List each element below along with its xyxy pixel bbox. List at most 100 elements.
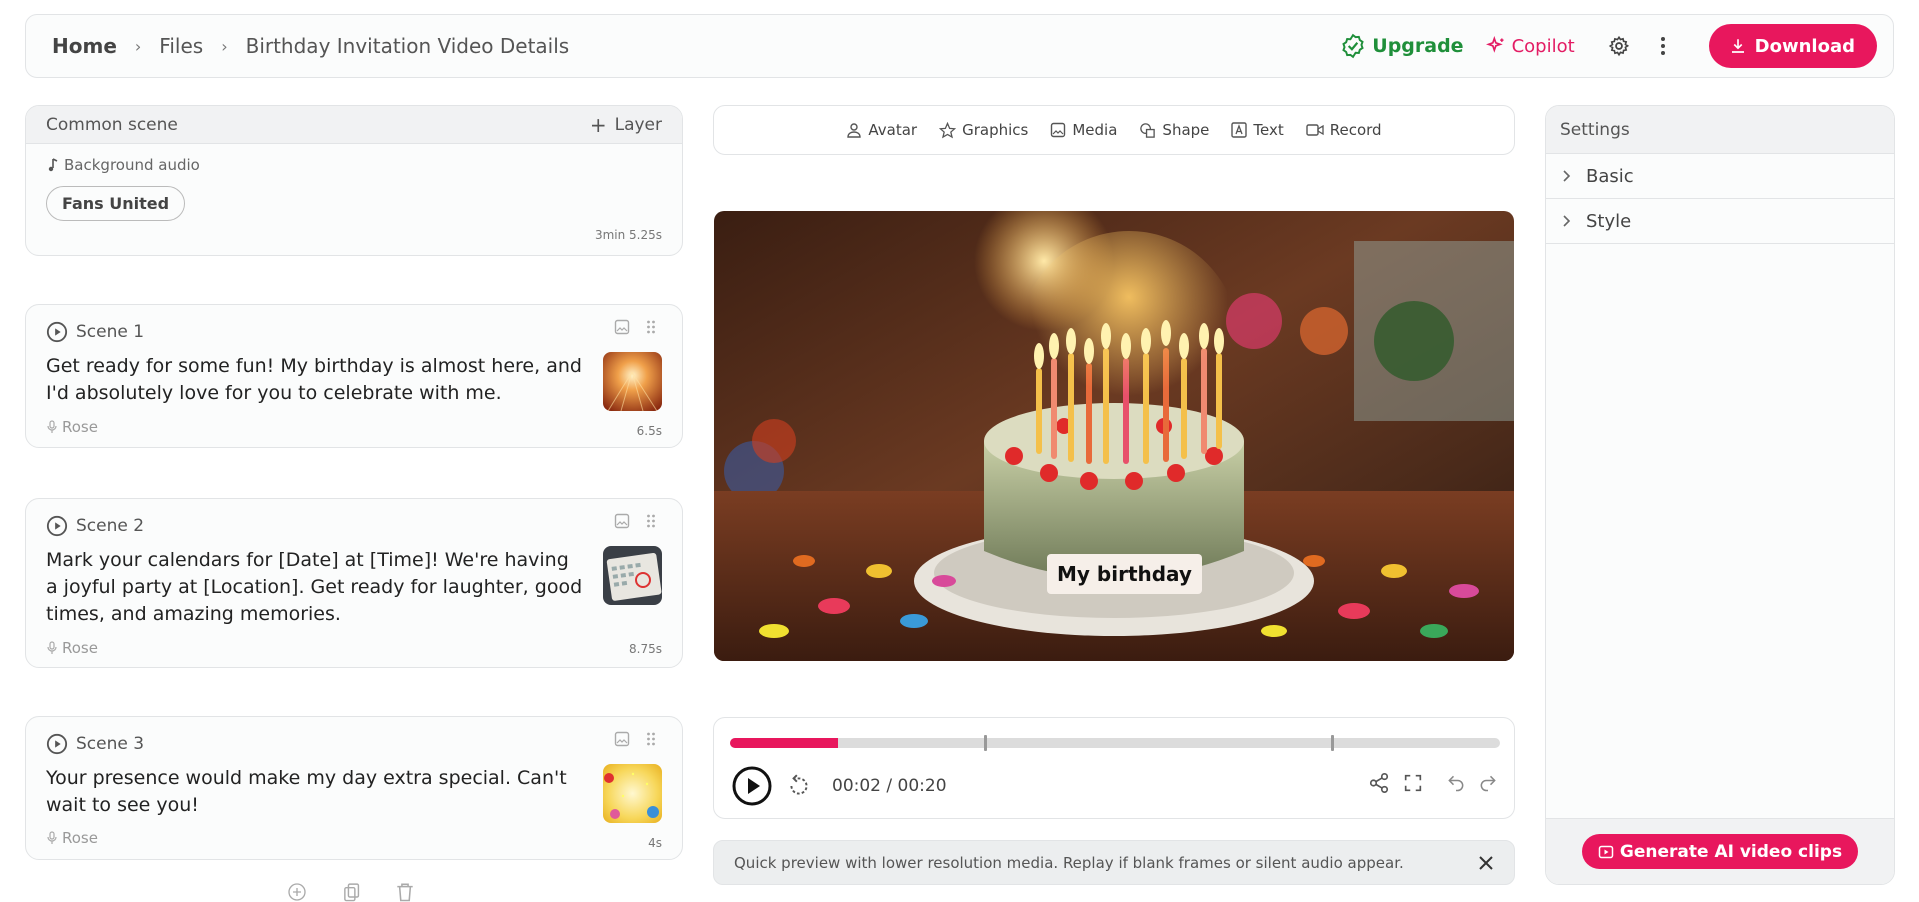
- redo-icon[interactable]: [1478, 773, 1498, 793]
- tool-graphics[interactable]: Graphics: [939, 121, 1028, 139]
- scene-card-2[interactable]: Scene 2 Mark your calendars for [Date] a…: [25, 498, 683, 668]
- scene-list-actions: [282, 882, 444, 902]
- scene-title: Scene 1: [76, 322, 145, 342]
- breadcrumb-files[interactable]: Files: [159, 34, 203, 58]
- breadcrumb-home[interactable]: Home: [52, 34, 117, 58]
- add-scene-icon[interactable]: [282, 882, 312, 902]
- video-preview[interactable]: My birthday: [714, 211, 1514, 661]
- scene-script-text[interactable]: Your presence would make my day extra sp…: [46, 765, 586, 819]
- tool-avatar[interactable]: Avatar: [846, 121, 917, 139]
- text-icon: [1231, 122, 1248, 138]
- shapes-icon: [1140, 122, 1156, 138]
- copilot-label: Copilot: [1511, 35, 1575, 57]
- delete-icon[interactable]: [392, 882, 418, 902]
- tool-shape[interactable]: Shape: [1139, 121, 1209, 139]
- share-icon[interactable]: [1368, 772, 1390, 794]
- microphone-icon: [47, 420, 57, 433]
- upgrade-button[interactable]: Upgrade: [1340, 33, 1464, 59]
- copilot-button[interactable]: Copilot: [1485, 35, 1575, 57]
- video-camera-icon: [1306, 124, 1324, 136]
- settings-gear-button[interactable]: [1605, 32, 1633, 60]
- play-circle-icon[interactable]: [46, 515, 68, 537]
- user-icon: [847, 123, 862, 138]
- play-icon[interactable]: [732, 766, 772, 806]
- add-layer-button[interactable]: + Layer: [590, 113, 662, 137]
- header-actions: Upgrade Copilot Download: [1340, 24, 1877, 68]
- play-circle-icon[interactable]: [46, 321, 68, 343]
- more-options-button[interactable]: [1649, 32, 1677, 60]
- image-icon[interactable]: [614, 319, 630, 335]
- image-icon[interactable]: [614, 513, 630, 529]
- scene-header: Scene 3: [26, 717, 682, 755]
- tool-graphics-label: Graphics: [962, 121, 1029, 139]
- scene-voice-name: Rose: [62, 829, 98, 847]
- undo-icon[interactable]: [1446, 773, 1466, 793]
- tool-record[interactable]: Record: [1306, 121, 1382, 139]
- section-label: Basic: [1586, 165, 1634, 187]
- scene-tools: [598, 319, 656, 335]
- scene-voice[interactable]: Rose: [46, 418, 98, 436]
- scene-title: Scene 3: [76, 734, 145, 754]
- scene-card-1[interactable]: Scene 1 Get ready for some fun! My birth…: [25, 304, 683, 448]
- scene-script-text[interactable]: Get ready for some fun! My birthday is a…: [46, 353, 586, 407]
- background-audio-row: Background audio: [26, 144, 682, 174]
- drag-handle-icon[interactable]: [646, 731, 656, 747]
- common-scene-card: Common scene + Layer Background audio Fa…: [25, 105, 683, 256]
- settings-title: Settings: [1546, 106, 1894, 154]
- download-icon: [1731, 39, 1744, 53]
- common-scene-title: Common scene: [46, 114, 178, 135]
- layer-label: Layer: [614, 114, 662, 135]
- playback-controls: 00:02 / 00:20: [713, 717, 1515, 819]
- duplicate-icon[interactable]: [338, 882, 366, 902]
- tool-text[interactable]: Text: [1231, 121, 1284, 139]
- image-icon[interactable]: [614, 731, 630, 747]
- scene-tools: [598, 731, 656, 747]
- player-actions: [1368, 772, 1498, 794]
- preview-caption[interactable]: My birthday: [1047, 554, 1202, 594]
- chevron-right-icon: ›: [221, 36, 228, 56]
- timeline-scene-marker[interactable]: [984, 735, 988, 751]
- fullscreen-icon[interactable]: [1402, 772, 1424, 794]
- scene-duration: 8.75s: [629, 642, 662, 656]
- scene-thumbnail[interactable]: [603, 352, 662, 411]
- insert-toolbar: Avatar Graphics Media Shape Text Record: [713, 105, 1515, 155]
- timeline-track[interactable]: [730, 735, 1500, 751]
- generate-ai-clips-button[interactable]: Generate AI video clips: [1581, 834, 1859, 869]
- scene-thumbnail[interactable]: [603, 764, 662, 823]
- settings-section-basic[interactable]: Basic: [1546, 154, 1894, 199]
- section-label: Style: [1586, 210, 1632, 232]
- scene-header: Scene 1: [26, 305, 682, 343]
- notice-text: Quick preview with lower resolution medi…: [734, 853, 1404, 872]
- drag-handle-icon[interactable]: [646, 319, 656, 335]
- chevron-right-icon: [1563, 170, 1571, 182]
- scene-voice[interactable]: Rose: [46, 829, 98, 847]
- timeline-scene-marker[interactable]: [1330, 735, 1334, 751]
- close-icon[interactable]: [1478, 855, 1494, 871]
- microphone-icon: [47, 831, 57, 844]
- gear-icon: [1608, 35, 1629, 57]
- scene-voice[interactable]: Rose: [46, 639, 98, 657]
- tool-text-label: Text: [1253, 121, 1284, 139]
- drag-handle-icon[interactable]: [646, 513, 656, 529]
- download-label: Download: [1754, 35, 1855, 57]
- replay-icon[interactable]: [786, 773, 812, 799]
- audio-track-pill[interactable]: Fans United: [46, 186, 186, 221]
- common-scene-header: Common scene + Layer: [26, 106, 682, 144]
- scene-header: Scene 2: [26, 499, 682, 537]
- scene-script-text[interactable]: Mark your calendars for [Date] at [Time]…: [46, 547, 586, 628]
- background-audio-label: Background audio: [64, 156, 200, 174]
- common-scene-duration: 3min 5.25s: [594, 228, 662, 242]
- download-button[interactable]: Download: [1708, 24, 1877, 68]
- scene-thumbnail[interactable]: [603, 546, 662, 605]
- breadcrumb: Home › Files › Birthday Invitation Video…: [52, 34, 569, 58]
- scene-card-3[interactable]: Scene 3 Your presence would make my day …: [25, 716, 683, 860]
- scene-voice-name: Rose: [62, 418, 98, 436]
- plus-icon: +: [589, 112, 607, 137]
- tool-record-label: Record: [1329, 121, 1382, 139]
- timeline-progress: [730, 738, 838, 748]
- tool-media[interactable]: Media: [1050, 121, 1117, 139]
- settings-section-style[interactable]: Style: [1546, 199, 1894, 244]
- badge-check-icon: [1342, 33, 1364, 59]
- microphone-icon: [47, 641, 57, 654]
- play-circle-icon[interactable]: [46, 733, 68, 755]
